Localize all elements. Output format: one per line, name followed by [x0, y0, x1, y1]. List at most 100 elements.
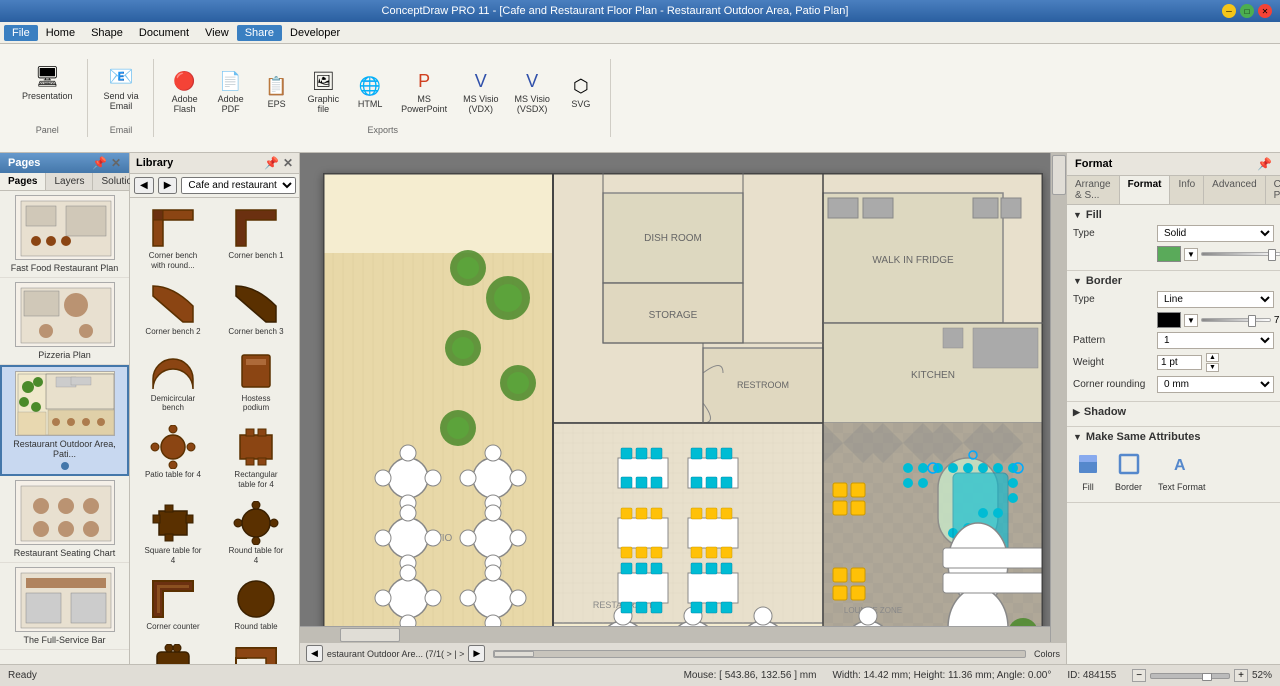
- lib-item-corner-bench-1[interactable]: Corner bench 1: [215, 200, 297, 275]
- border-color-row: ▼ 75%: [1073, 312, 1274, 328]
- lib-item-corner-counter[interactable]: Corner counter: [132, 571, 214, 637]
- maximize-button[interactable]: □: [1240, 4, 1254, 18]
- format-panel: Format 📌 Arrange & S... Format Info Adva…: [1066, 153, 1280, 664]
- menu-share[interactable]: Share: [237, 25, 282, 41]
- menu-developer[interactable]: Developer: [282, 25, 348, 41]
- make-same-text-format-button[interactable]: A Text Format: [1154, 451, 1210, 494]
- zoom-in-button[interactable]: +: [1234, 669, 1248, 682]
- page-prev-button[interactable]: ◀: [306, 645, 323, 662]
- page-scroll-thumb[interactable]: [494, 651, 534, 657]
- border-color-arrow[interactable]: ▼: [1184, 314, 1198, 327]
- border-type-select[interactable]: Line None Double: [1157, 291, 1274, 308]
- fill-opacity-thumb[interactable]: [1268, 249, 1276, 261]
- graphic-file-button[interactable]: 🖼 Graphicfile: [302, 68, 346, 117]
- eps-button[interactable]: 📋 EPS: [256, 73, 298, 112]
- ppt-label: MSPowerPoint: [401, 94, 447, 114]
- lib-item-patio-table-4[interactable]: Patio table for 4: [132, 419, 214, 494]
- library-pin-button[interactable]: 📌: [264, 156, 279, 170]
- svg-button[interactable]: ⬡ SVG: [560, 73, 602, 112]
- border-weight-up[interactable]: ▲: [1206, 353, 1219, 362]
- ribbon-group-email: 📧 Send viaEmail Email: [90, 59, 154, 137]
- presentation-icon: 🖥: [35, 64, 60, 89]
- html-button[interactable]: 🌐 HTML: [349, 73, 391, 112]
- lib-item-round-table[interactable]: Round table: [215, 571, 297, 637]
- tab-arrange[interactable]: Arrange & S...: [1067, 176, 1120, 204]
- tab-pages[interactable]: Pages: [0, 173, 46, 190]
- ms-powerpoint-button[interactable]: P MSPowerPoint: [395, 68, 453, 117]
- presentation-button[interactable]: 🖥 Presentation: [16, 61, 79, 104]
- border-opacity-slider[interactable]: [1201, 318, 1271, 322]
- adobe-flash-button[interactable]: 🔴 AdobeFlash: [164, 68, 206, 117]
- zoom-slider[interactable]: [1150, 673, 1230, 679]
- page-item-restaurant-outdoor[interactable]: Restaurant Outdoor Area, Pati...: [0, 365, 129, 476]
- page-item-seating-chart[interactable]: Restaurant Seating Chart: [0, 476, 129, 563]
- library-forward-button[interactable]: ▶: [158, 177, 178, 194]
- make-same-fill-button[interactable]: Fill: [1073, 451, 1103, 494]
- library-close-button[interactable]: ✕: [283, 156, 293, 170]
- format-pin-button[interactable]: 📌: [1257, 157, 1272, 171]
- library-back-button[interactable]: ◀: [134, 177, 154, 194]
- menu-shape[interactable]: Shape: [83, 25, 131, 41]
- tab-format[interactable]: Format: [1120, 176, 1171, 204]
- html-label: HTML: [358, 99, 383, 109]
- ms-visio-vdx-button[interactable]: V MS Visio(VDX): [457, 68, 504, 117]
- adobe-pdf-button[interactable]: 📄 AdobePDF: [210, 68, 252, 117]
- border-weight-input[interactable]: [1157, 355, 1202, 370]
- page-item-fast-food[interactable]: Fast Food Restaurant Plan: [0, 191, 129, 278]
- svg-text:STORAGE: STORAGE: [649, 310, 698, 321]
- border-pattern-select[interactable]: 1 2 3 4: [1157, 332, 1274, 349]
- make-same-border-button[interactable]: Border: [1111, 451, 1146, 494]
- page-scroll-track[interactable]: [493, 650, 1026, 658]
- menu-home[interactable]: Home: [38, 25, 83, 41]
- tab-info[interactable]: Info: [1170, 176, 1204, 204]
- scrollbar-thumb-v[interactable]: [1052, 155, 1066, 195]
- fill-color-arrow[interactable]: ▼: [1184, 248, 1198, 261]
- zoom-out-button[interactable]: −: [1132, 669, 1146, 682]
- canvas-scroll[interactable]: DISH ROOM STORAGE WALK IN FRIDGE: [300, 153, 1066, 642]
- border-section-header[interactable]: ▼ Border: [1073, 275, 1274, 287]
- border-weight-down[interactable]: ▼: [1206, 363, 1219, 372]
- close-button[interactable]: ✕: [1258, 4, 1272, 18]
- lib-item-demicircular-bench[interactable]: Demicircularbench: [132, 343, 214, 418]
- tab-custom[interactable]: Custom Pro...: [1266, 176, 1280, 204]
- lib-item-square-table-round[interactable]: Square tablewith round...: [132, 638, 214, 664]
- menu-file[interactable]: File: [4, 25, 38, 41]
- lib-item-round-table-4[interactable]: Round table for4: [215, 495, 297, 570]
- scrollbar-thumb-h[interactable]: [340, 628, 400, 642]
- shadow-section-header[interactable]: ▶ Shadow: [1073, 406, 1274, 418]
- lib-item-corner-bench-2[interactable]: Corner bench 2: [132, 276, 214, 342]
- tab-advanced[interactable]: Advanced: [1204, 176, 1265, 204]
- lib-item-corner-table[interactable]: Corner table: [215, 638, 297, 664]
- menu-document[interactable]: Document: [131, 25, 197, 41]
- lib-item-square-table-4[interactable]: Square table for4: [132, 495, 214, 570]
- border-color-swatch[interactable]: [1157, 312, 1181, 328]
- fill-color-swatch[interactable]: [1157, 246, 1181, 262]
- lib-item-hostess-podium[interactable]: Hostesspodium: [215, 343, 297, 418]
- ms-visio-vsdx-button[interactable]: V MS Visio(VSDX): [508, 68, 555, 117]
- lib-item-rectangular-table-4[interactable]: Rectangulartable for 4: [215, 419, 297, 494]
- tab-layers[interactable]: Layers: [46, 173, 93, 190]
- menu-view[interactable]: View: [197, 25, 237, 41]
- lib-item-corner-bench-round[interactable]: Corner benchwith round...: [132, 200, 214, 275]
- minimize-button[interactable]: ─: [1222, 4, 1236, 18]
- page-item-full-service-bar[interactable]: The Full-Service Bar: [0, 563, 129, 650]
- border-opacity-thumb[interactable]: [1248, 315, 1256, 327]
- fill-type-select[interactable]: Solid None Gradient Pattern: [1157, 225, 1274, 242]
- fill-section-header[interactable]: ▼ Fill: [1073, 209, 1274, 221]
- border-corner-select[interactable]: 0 mm 1 mm 2 mm 5 mm: [1157, 376, 1274, 393]
- floor-plan-svg: DISH ROOM STORAGE WALK IN FRIDGE: [323, 173, 1043, 642]
- zoom-thumb[interactable]: [1202, 673, 1212, 681]
- vertical-scrollbar[interactable]: [1050, 153, 1066, 642]
- make-same-header[interactable]: ▼ Make Same Attributes: [1073, 431, 1274, 443]
- lib-item-corner-bench-3[interactable]: Corner bench 3: [215, 276, 297, 342]
- page-next-button[interactable]: ▶: [468, 645, 485, 662]
- pages-close-button[interactable]: ✕: [111, 156, 121, 170]
- pages-pin-button[interactable]: 📌: [92, 156, 107, 170]
- horizontal-scrollbar[interactable]: [300, 626, 1050, 642]
- fill-opacity-slider[interactable]: [1201, 252, 1280, 256]
- library-category-select[interactable]: Cafe and restaurant Tables Chairs Outdoo…: [181, 177, 296, 194]
- corner-bench-round-shape: [147, 205, 199, 251]
- send-email-button[interactable]: 📧 Send viaEmail: [98, 61, 145, 114]
- canvas[interactable]: DISH ROOM STORAGE WALK IN FRIDGE: [323, 173, 1043, 642]
- page-item-pizzeria[interactable]: Pizzeria Plan: [0, 278, 129, 365]
